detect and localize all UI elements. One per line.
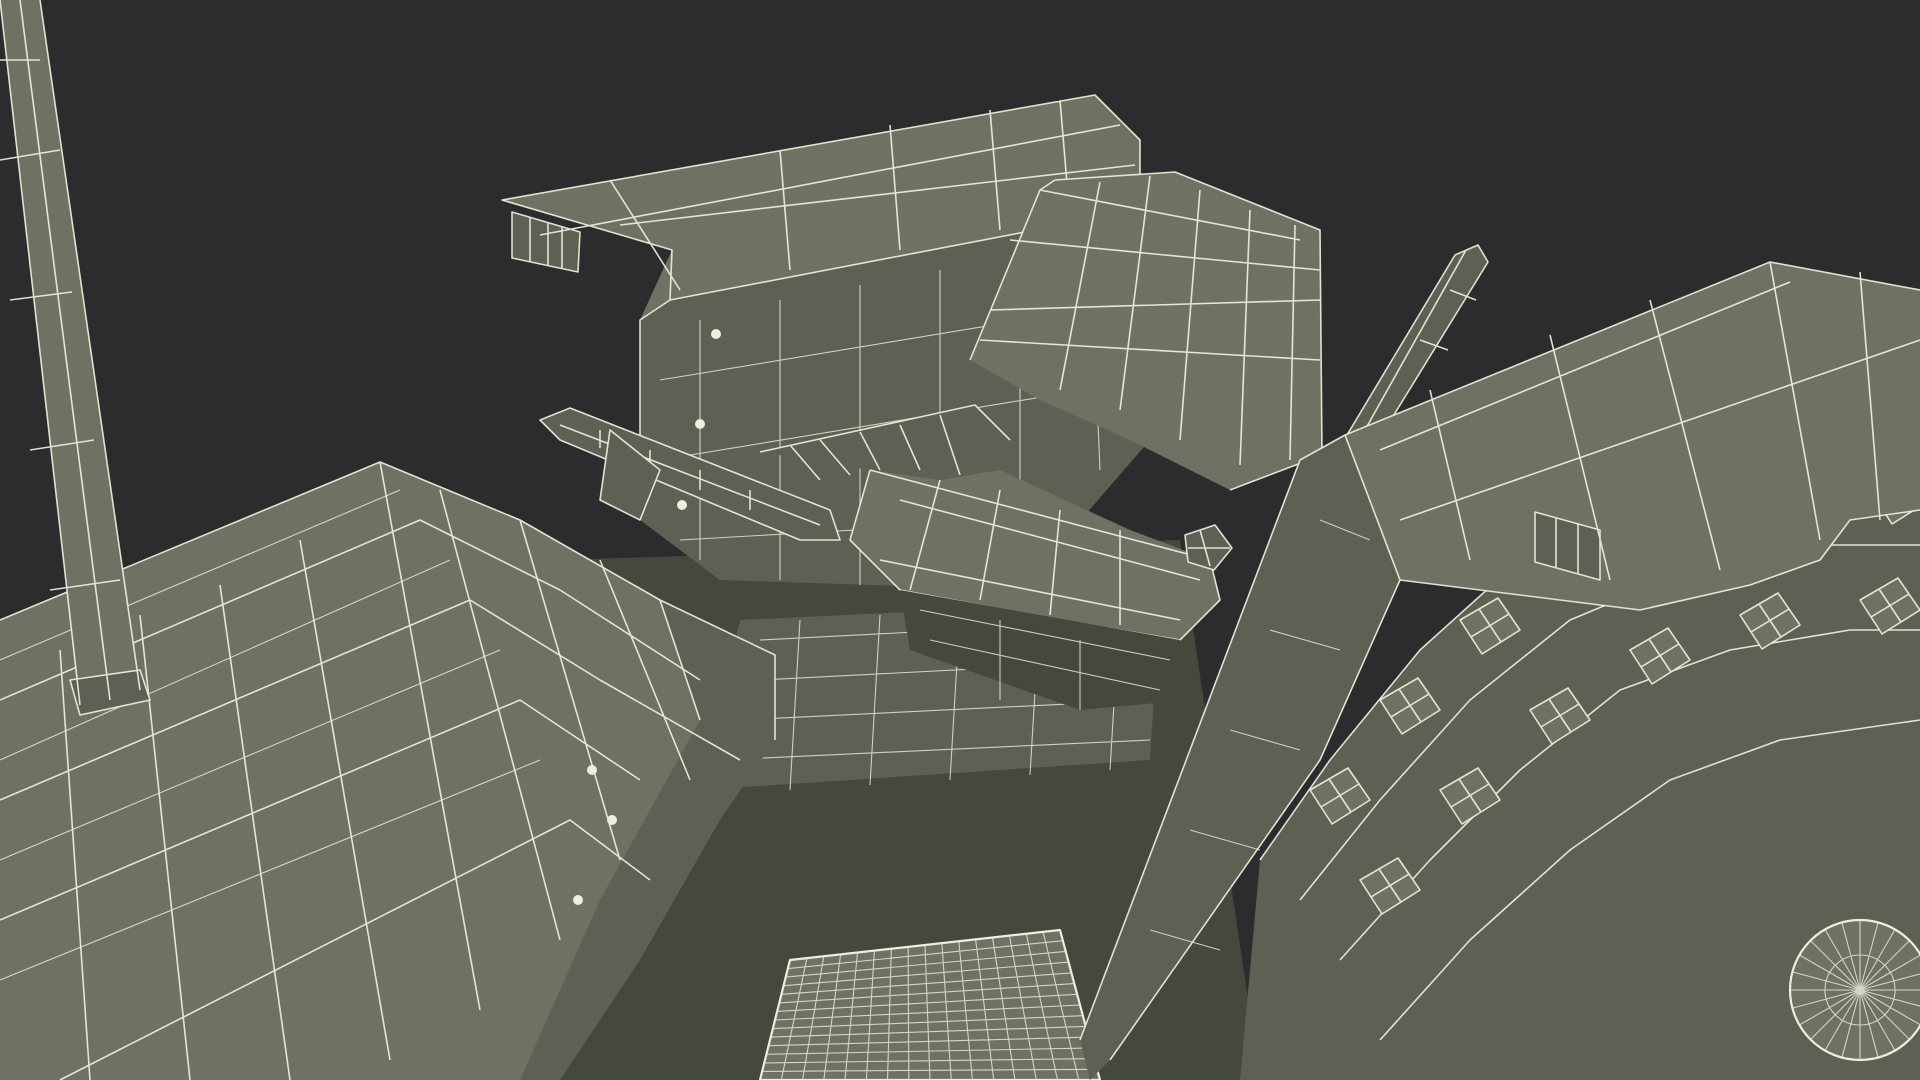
tractor-wireframe-scene <box>0 0 1920 1080</box>
exhaust-pipe <box>0 0 151 716</box>
